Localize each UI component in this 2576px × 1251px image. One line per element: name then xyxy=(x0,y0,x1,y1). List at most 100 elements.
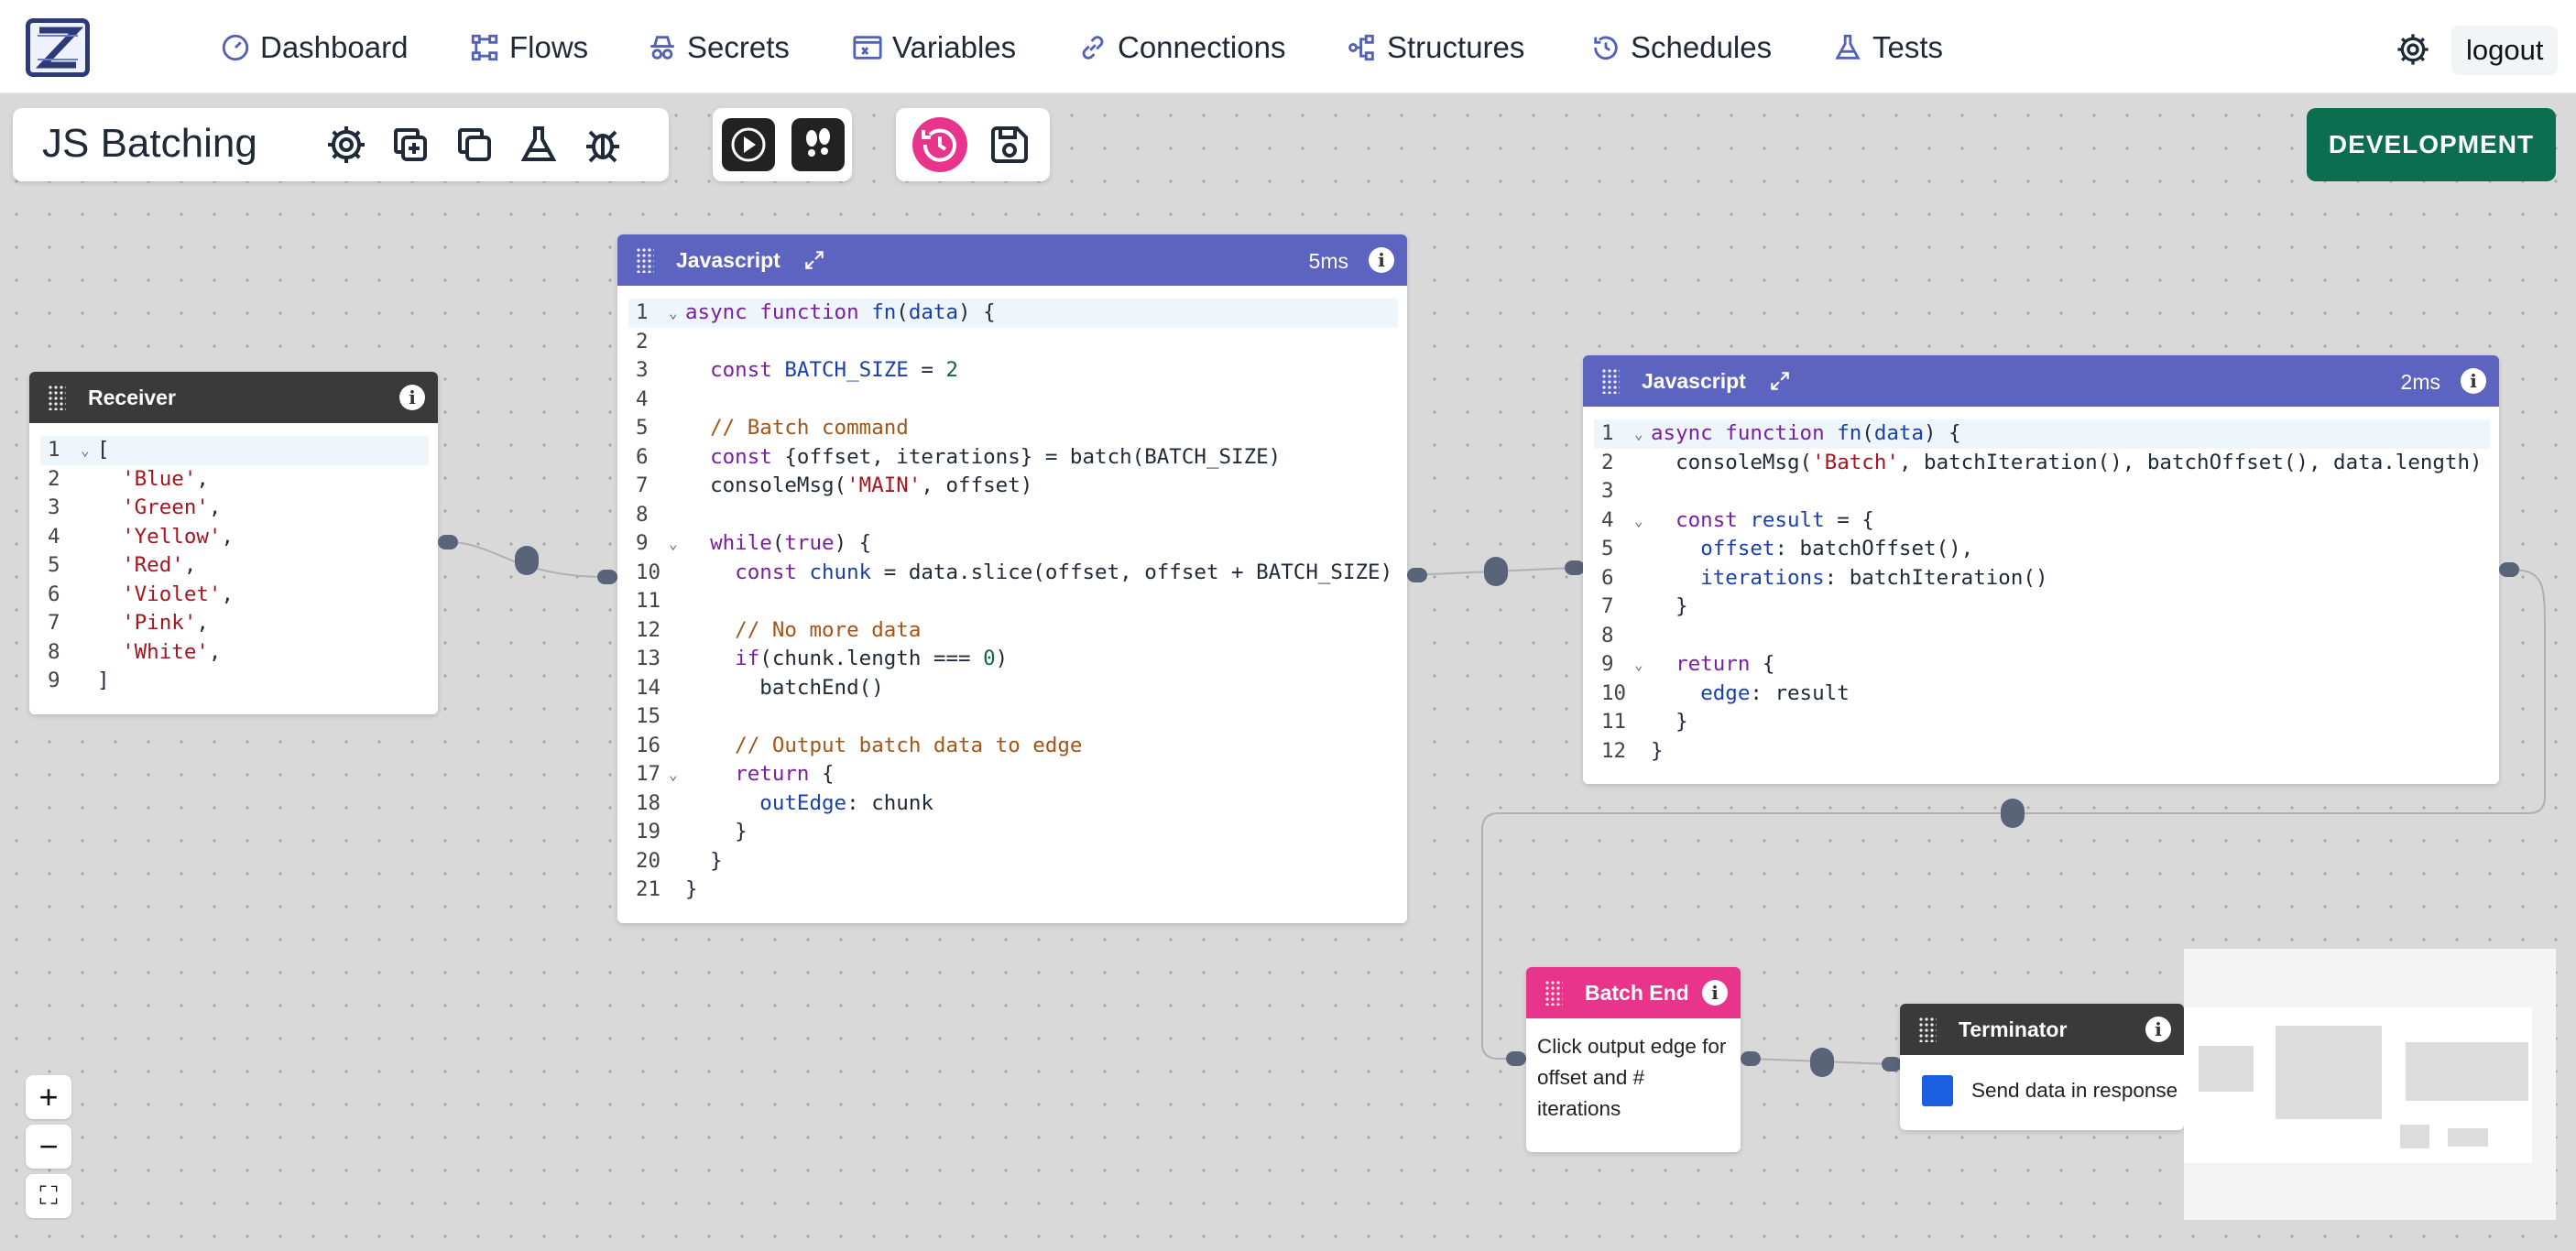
js-batch-code-editor[interactable]: 1 ⌄ async function fn(data) { 2 consoleMsg… xyxy=(1583,407,2499,775)
copy-icon[interactable] xyxy=(453,123,497,167)
code-line: 2 'Blue', xyxy=(48,466,209,491)
receiver-node[interactable]: Receiver i 1 ⌄[ 2 'Blue', 3 'Green', 4 'Y… xyxy=(29,372,438,714)
play-icon xyxy=(731,127,766,162)
batch-end-input-handle[interactable] xyxy=(1506,1051,1526,1066)
app-logo[interactable] xyxy=(26,18,90,77)
code-line: 13 if(chunk.length === 0) xyxy=(636,647,1009,670)
logout-button[interactable]: logout xyxy=(2451,26,2559,75)
nav-dashboard[interactable]: Dashboard xyxy=(220,26,408,70)
info-icon[interactable]: i xyxy=(399,385,425,410)
minimap-node xyxy=(2406,1042,2528,1101)
code-line: 1 ⌄ async function fn(data) { xyxy=(1594,419,2490,449)
environment-badge[interactable]: DEVELOPMENT xyxy=(2307,108,2556,181)
node-title: Javascript xyxy=(1642,368,1746,393)
code-line: 3 const BATCH_SIZE = 2 xyxy=(636,358,959,382)
edge-midpoint[interactable] xyxy=(1810,1048,1834,1077)
settings-icon[interactable] xyxy=(2395,31,2431,68)
nav-variables[interactable]: Variables xyxy=(852,26,1016,70)
run-button[interactable] xyxy=(722,118,775,171)
js-main-input-handle[interactable] xyxy=(597,570,617,584)
nav-tests[interactable]: Tests xyxy=(1832,26,1943,70)
node-title: Receiver xyxy=(88,385,176,409)
code-line: 6 iterations: batchIteration() xyxy=(1601,565,2048,590)
code-line: 2 consoleMsg('Batch', batchIteration(), … xyxy=(1601,450,2483,474)
fit-view-button[interactable]: ⛶ xyxy=(26,1174,71,1218)
receiver-code-editor[interactable]: 1 ⌄[ 2 'Blue', 3 'Green', 4 'Yellow', 5 '… xyxy=(29,423,438,705)
execution-time: 2ms xyxy=(2400,370,2440,394)
code-line: 4 xyxy=(636,386,649,411)
code-line: 1 ⌄ async function fn(data) { xyxy=(628,299,1398,328)
structure-icon xyxy=(1348,34,1374,61)
flask-icon[interactable] xyxy=(517,123,561,167)
duplicate-add-icon[interactable] xyxy=(388,123,432,167)
info-icon[interactable]: i xyxy=(1369,247,1394,273)
expand-icon[interactable] xyxy=(1768,369,1792,393)
edge-midpoint[interactable] xyxy=(515,546,539,575)
drag-handle-icon[interactable] xyxy=(48,385,66,410)
nav-schedules[interactable]: Schedules xyxy=(1590,26,1772,70)
terminator-input-handle[interactable] xyxy=(1882,1057,1902,1072)
code-line: 7 'Pink', xyxy=(48,611,209,635)
zoom-in-button[interactable]: + xyxy=(26,1075,71,1119)
batch-end-output-handle[interactable] xyxy=(1741,1051,1761,1066)
edge-midpoint[interactable] xyxy=(2001,799,2025,828)
drag-handle-icon[interactable] xyxy=(1601,368,1620,394)
drag-handle-icon[interactable] xyxy=(636,247,654,273)
flow-icon xyxy=(471,34,498,61)
minimap-node xyxy=(2448,1128,2488,1147)
nav-flows[interactable]: Flows xyxy=(469,26,588,70)
info-icon[interactable]: i xyxy=(2145,1017,2171,1042)
code-line: 1 ⌄[ xyxy=(40,436,429,465)
drag-handle-icon[interactable] xyxy=(1545,980,1563,1006)
code-line: 21 } xyxy=(636,877,698,901)
send-response-checkbox[interactable] xyxy=(1922,1075,1953,1106)
terminator-node[interactable]: Terminator i Send data in response xyxy=(1900,1004,2184,1130)
save-icon[interactable] xyxy=(988,123,1031,167)
send-response-option[interactable]: Send data in response xyxy=(1900,1055,2184,1106)
code-line: 6 const {offset, iterations} = batch(BAT… xyxy=(636,444,1282,469)
code-line: 5 'Red', xyxy=(48,553,197,577)
step-button[interactable] xyxy=(791,118,845,171)
history-toolbar xyxy=(896,108,1050,181)
expand-icon[interactable] xyxy=(802,248,826,272)
bug-icon[interactable] xyxy=(581,123,625,167)
nav-secrets[interactable]: Secrets xyxy=(647,26,790,70)
edge-midpoint[interactable] xyxy=(1484,557,1508,586)
code-line: 18 outEdge: chunk xyxy=(636,790,933,815)
flow-settings-icon[interactable] xyxy=(324,123,368,167)
minimap-node xyxy=(2199,1046,2254,1092)
code-line: 8 'White', xyxy=(48,639,222,664)
logo-icon xyxy=(35,27,84,69)
js-batch-output-handle[interactable] xyxy=(2499,562,2519,577)
footprints-icon xyxy=(806,128,830,157)
drag-handle-icon[interactable] xyxy=(1918,1017,1937,1042)
info-icon[interactable]: i xyxy=(1702,980,1728,1006)
code-line: 19 } xyxy=(636,820,748,843)
receiver-output-handle[interactable] xyxy=(438,535,458,549)
batch-end-node[interactable]: Batch End i Click output edge for offset… xyxy=(1526,967,1741,1152)
nav-connections[interactable]: Connections xyxy=(1077,26,1285,70)
zoom-out-button[interactable]: − xyxy=(26,1125,71,1169)
node-title: Batch End xyxy=(1585,980,1689,1005)
terminator-header[interactable]: Terminator i xyxy=(1900,1004,2184,1055)
javascript-node-batch[interactable]: Javascript 2ms i 1 ⌄ async function fn(dat… xyxy=(1583,355,2499,784)
js-main-header[interactable]: Javascript 5ms i xyxy=(617,234,1407,286)
js-main-code-editor[interactable]: 1 ⌄ async function fn(data) { 2 3 const BA… xyxy=(617,286,1407,914)
execution-time: 5ms xyxy=(1308,249,1348,273)
minimap[interactable] xyxy=(2184,949,2556,1220)
code-line: 14 batchEnd() xyxy=(636,675,884,700)
receiver-header[interactable]: Receiver i xyxy=(29,372,438,423)
code-line: 10 edge: result xyxy=(1601,680,1850,705)
flow-toolbar: JS Batching xyxy=(13,108,669,181)
nav-structures[interactable]: Structures xyxy=(1347,26,1524,70)
js-main-output-handle[interactable] xyxy=(1407,568,1427,582)
code-line: 12 // No more data xyxy=(636,617,922,642)
js-batch-input-handle[interactable] xyxy=(1565,560,1585,575)
batch-end-header[interactable]: Batch End i xyxy=(1526,967,1741,1018)
info-icon[interactable]: i xyxy=(2461,368,2486,394)
javascript-node-main[interactable]: Javascript 5ms i 1 ⌄ async function fn(dat… xyxy=(617,234,1407,923)
history-button[interactable] xyxy=(912,117,967,172)
code-line: 7 consoleMsg('MAIN', offset) xyxy=(636,473,1033,497)
batch-end-description: Click output edge for offset and # itera… xyxy=(1537,1035,1727,1120)
js-batch-header[interactable]: Javascript 2ms i xyxy=(1583,355,2499,407)
